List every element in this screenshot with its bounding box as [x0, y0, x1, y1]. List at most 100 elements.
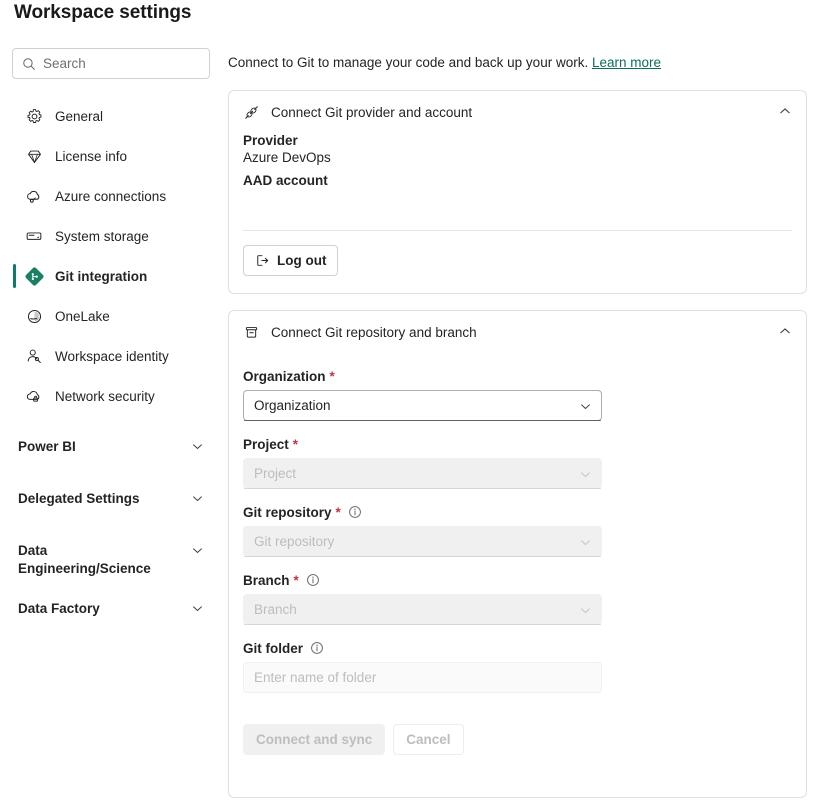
info-circle-icon[interactable]: [310, 641, 324, 655]
project-select-value: Project: [254, 466, 297, 481]
form-actions: Connect and sync Cancel: [243, 724, 792, 755]
card-body: Provider Azure DevOps AAD account Log ou…: [229, 133, 806, 276]
card-body: Organization * Organization Project * Pr…: [229, 367, 806, 755]
sidebar-item-label: Network security: [55, 388, 155, 404]
intro-text: Connect to Git to manage your code and b…: [228, 55, 589, 70]
chevron-down-icon: [191, 440, 204, 458]
sidebar-item-general[interactable]: General: [0, 96, 222, 136]
sidebar-group-label: Data Engineering/Science: [18, 543, 151, 576]
field-label-git-folder: Git folder: [243, 639, 792, 657]
sidebar-item-azure-connections[interactable]: Azure connections: [0, 176, 222, 216]
project-select: Project: [243, 458, 602, 489]
info-circle-icon[interactable]: [306, 573, 320, 587]
search-input[interactable]: [43, 56, 200, 71]
connect-git-provider-card: Connect Git provider and account Provide…: [228, 90, 807, 294]
field-label-project: Project *: [243, 435, 792, 453]
field-organization: Organization * Organization: [243, 367, 792, 421]
sidebar-item-label: System storage: [55, 228, 149, 244]
label-text: Organization: [243, 368, 326, 384]
card-header[interactable]: Connect Git provider and account: [229, 91, 806, 133]
sidebar-group-label: Power BI: [18, 439, 76, 454]
field-label-git-repository: Git repository *: [243, 503, 792, 521]
git-integration-panel: Connect to Git to manage your code and b…: [228, 0, 825, 810]
chevron-down-icon: [579, 604, 592, 620]
branch-select-value: Branch: [254, 602, 297, 617]
required-marker: *: [329, 368, 335, 384]
sidebar-nav: General License info Azure connections S…: [0, 96, 222, 630]
organization-select-value: Organization: [254, 398, 331, 413]
required-marker: *: [293, 572, 299, 588]
chevron-down-icon: [191, 544, 204, 562]
sidebar-item-workspace-identity[interactable]: Workspace identity: [0, 336, 222, 376]
field-project: Project * Project: [243, 435, 792, 489]
chevron-up-icon[interactable]: [778, 324, 792, 343]
field-git-repository: Git repository * Git repository: [243, 503, 792, 557]
cancel-button: Cancel: [393, 724, 464, 755]
chevron-up-icon[interactable]: [778, 104, 792, 123]
search-icon: [22, 57, 36, 71]
sidebar-item-onelake[interactable]: OneLake: [0, 296, 222, 336]
page-title: Workspace settings: [14, 2, 192, 23]
cloud-link-icon: [24, 186, 44, 206]
sidebar-item-label: Azure connections: [55, 188, 167, 204]
git-repository-select: Git repository: [243, 526, 602, 557]
learn-more-link[interactable]: Learn more: [592, 55, 661, 70]
branch-select: Branch: [243, 594, 602, 625]
provider-label: Provider: [243, 133, 298, 148]
sidebar-group-data-factory[interactable]: Data Factory: [0, 600, 222, 630]
sidebar-item-label: General: [55, 108, 104, 124]
plug-connector-icon: [243, 104, 260, 121]
sidebar-group-power-bi[interactable]: Power BI: [0, 438, 222, 468]
storage-drive-icon: [24, 226, 44, 246]
required-marker: *: [335, 504, 341, 520]
chevron-down-icon: [579, 400, 592, 416]
log-out-label: Log out: [277, 253, 327, 268]
workspace-settings-page: Workspace settings General: [0, 0, 825, 810]
sidebar-group-label: Data Factory: [18, 601, 100, 616]
card-divider: [243, 230, 792, 231]
intro-text-row: Connect to Git to manage your code and b…: [228, 55, 661, 70]
info-circle-icon[interactable]: [348, 505, 362, 519]
sign-out-icon: [255, 253, 270, 268]
diamond-gem-icon: [24, 146, 44, 166]
sidebar-item-system-storage[interactable]: System storage: [0, 216, 222, 256]
organization-select[interactable]: Organization: [243, 390, 602, 421]
label-text: Git folder: [243, 640, 303, 656]
cloud-lock-icon: [24, 386, 44, 406]
sidebar-item-license-info[interactable]: License info: [0, 136, 222, 176]
connect-and-sync-button: Connect and sync: [243, 724, 386, 755]
sidebar-item-label: OneLake: [55, 308, 110, 324]
sidebar-group-delegated-settings[interactable]: Delegated Settings: [0, 490, 222, 520]
sidebar-item-label: Workspace identity: [55, 348, 169, 364]
settings-sidebar: General License info: [0, 40, 222, 810]
onelake-circle-icon: [24, 306, 44, 326]
log-out-button[interactable]: Log out: [243, 245, 339, 276]
connect-git-repository-card: Connect Git repository and branch Organi…: [228, 310, 807, 798]
card-header[interactable]: Connect Git repository and branch: [229, 311, 806, 353]
chevron-down-icon: [579, 468, 592, 484]
search-box[interactable]: [12, 48, 210, 79]
field-git-folder: Git folder: [243, 639, 792, 693]
sidebar-item-network-security[interactable]: Network security: [0, 376, 222, 416]
field-label-organization: Organization *: [243, 367, 792, 385]
sidebar-group-label: Delegated Settings: [18, 491, 140, 506]
git-diamond-icon: [24, 266, 44, 286]
sidebar-item-label: License info: [55, 148, 128, 164]
aad-account-value: [243, 190, 792, 206]
label-text: Branch: [243, 572, 290, 588]
chevron-down-icon: [191, 492, 204, 510]
sidebar-item-git-integration[interactable]: Git integration: [0, 256, 222, 296]
chevron-down-icon: [191, 602, 204, 620]
git-repository-select-value: Git repository: [254, 534, 335, 549]
person-key-icon: [24, 346, 44, 366]
required-marker: *: [292, 436, 299, 452]
chevron-down-icon: [579, 536, 592, 552]
repository-box-icon: [243, 324, 260, 341]
git-folder-input[interactable]: [243, 662, 602, 693]
label-text: Project: [243, 436, 289, 452]
card-title: Connect Git provider and account: [271, 104, 473, 120]
label-text: Git repository: [243, 504, 332, 520]
field-label-branch: Branch *: [243, 571, 792, 589]
sidebar-group-data-engineering-science[interactable]: Data Engineering/Science: [0, 542, 222, 578]
gear-icon: [24, 106, 44, 126]
